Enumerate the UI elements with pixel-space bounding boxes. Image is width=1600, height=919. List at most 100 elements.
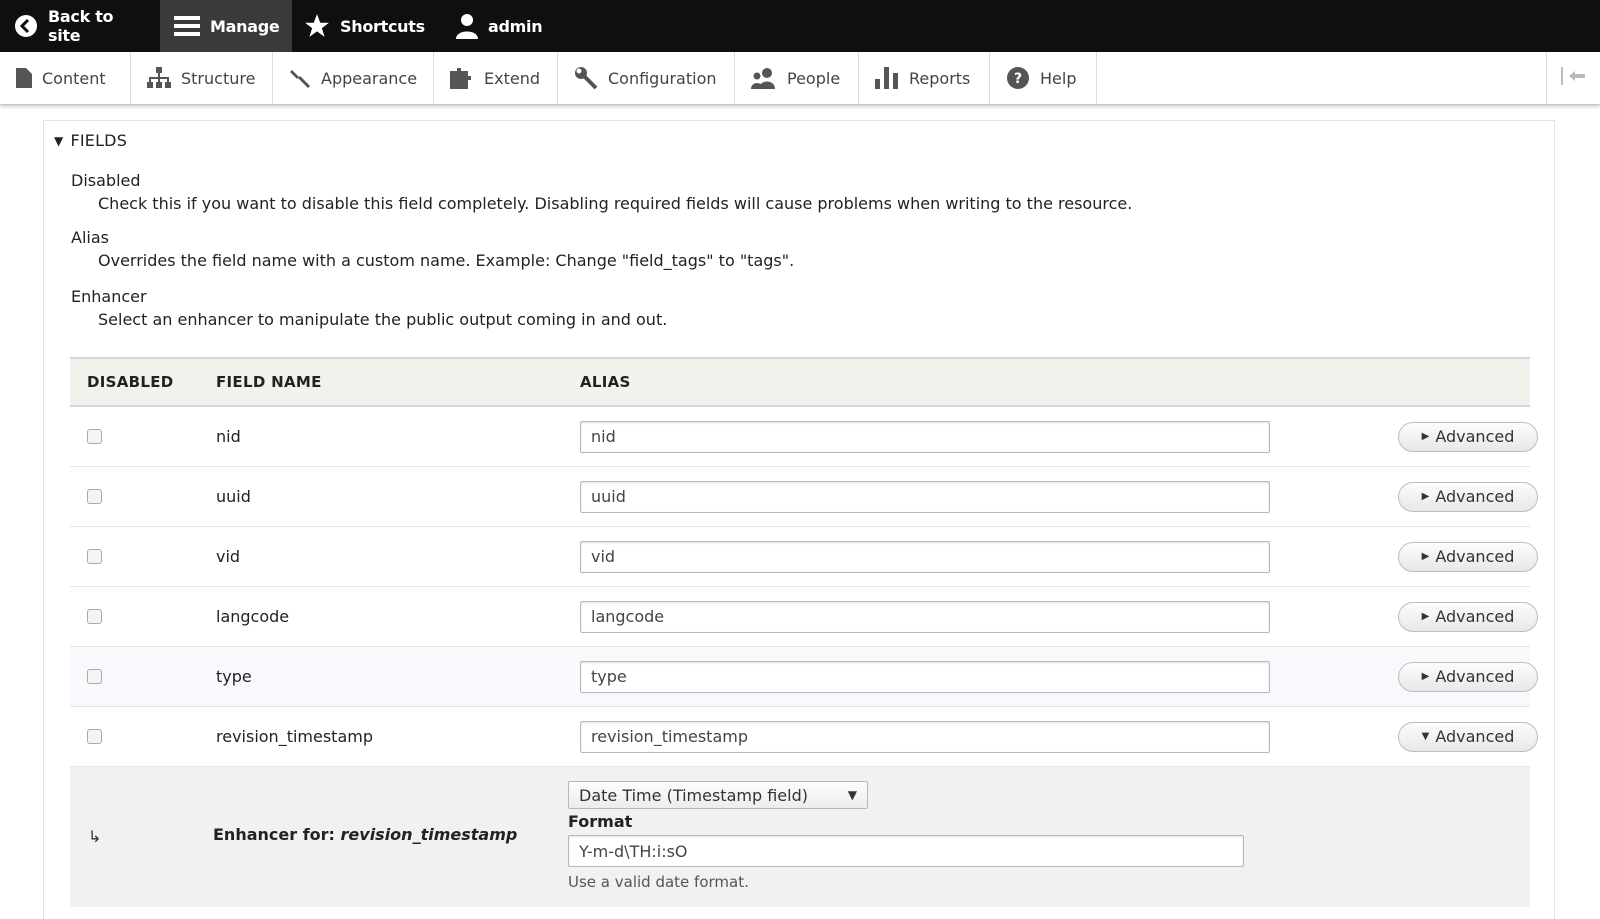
manage-tab[interactable]: Manage	[160, 0, 292, 52]
enhancer-description: Enhancer Select an enhancer to manipulat…	[71, 287, 667, 329]
advanced-label: Advanced	[1435, 667, 1515, 686]
disabled-description: Disabled Check this if you want to disab…	[71, 171, 1132, 213]
tray-label-content: Content	[42, 68, 106, 88]
disabled-checkbox[interactable]	[87, 669, 102, 684]
enhancer-label-prefix: Enhancer for:	[213, 825, 341, 844]
tray-label-help: Help	[1040, 68, 1077, 88]
tray-item-people[interactable]: People	[735, 52, 859, 104]
user-tab[interactable]: admin	[442, 0, 556, 52]
alias-input[interactable]	[580, 420, 1270, 453]
description-term: Disabled	[71, 171, 141, 190]
user-label: admin	[488, 16, 543, 36]
back-to-site-link[interactable]: Back to site	[0, 0, 160, 52]
header-field-name: FIELD NAME	[216, 373, 322, 391]
table-header: DISABLED FIELD NAME ALIAS	[70, 357, 1530, 407]
tray-label-structure: Structure	[181, 68, 256, 88]
tray-item-configuration[interactable]: Configuration	[558, 52, 735, 104]
collapse-tray-button[interactable]	[1546, 52, 1600, 104]
tray-label-appearance: Appearance	[321, 68, 418, 88]
triangle-right-icon: ▶	[1421, 551, 1430, 562]
shortcuts-label: Shortcuts	[340, 16, 425, 36]
description-term: Enhancer	[71, 287, 147, 306]
header-disabled: DISABLED	[87, 373, 174, 391]
table-row: uuid ▶ Advanced	[70, 467, 1538, 527]
table-row: type ▶ Advanced	[70, 647, 1538, 707]
document-icon	[16, 68, 32, 88]
field-name: nid	[216, 427, 241, 446]
advanced-button[interactable]: ▶ Advanced	[1398, 421, 1538, 452]
back-to-site-label: Back to site	[48, 7, 114, 45]
tray-item-structure[interactable]: Structure	[131, 52, 273, 104]
disabled-checkbox[interactable]	[87, 729, 102, 744]
triangle-down-icon: ▼	[1421, 731, 1430, 742]
advanced-button[interactable]: ▶ Advanced	[1398, 541, 1538, 572]
table-row: vid ▶ Advanced	[70, 527, 1538, 587]
admin-tray: Content Structure Appearance Extend Conf…	[0, 52, 1600, 105]
tray-label-people: People	[787, 68, 841, 88]
alias-input[interactable]	[580, 720, 1270, 753]
table-row: langcode ▶ Advanced	[70, 587, 1538, 647]
svg-text:?: ?	[1014, 71, 1022, 87]
table-row: revision_timestamp ▼ Advanced	[70, 707, 1538, 767]
disabled-checkbox[interactable]	[87, 489, 102, 504]
advanced-button-expanded[interactable]: ▼ Advanced	[1398, 721, 1538, 752]
description-definition: Check this if you want to disable this f…	[98, 194, 1133, 213]
field-name: uuid	[216, 487, 251, 506]
sitemap-icon	[147, 67, 171, 89]
alias-input[interactable]	[580, 660, 1270, 693]
fields-legend[interactable]: ▼ FIELDS	[54, 131, 127, 150]
back-arrow-icon	[14, 14, 38, 38]
admin-toolbar: Back to site Manage Shortcuts admin	[0, 0, 1600, 52]
fields-fieldset: ▼ FIELDS Disabled Check this if you want…	[43, 120, 1555, 919]
advanced-label: Advanced	[1435, 547, 1515, 566]
tray-item-help[interactable]: ? Help	[990, 52, 1097, 104]
format-help-text: Use a valid date format.	[568, 873, 749, 891]
fields-table: DISABLED FIELD NAME ALIAS nid ▶Advanced …	[70, 357, 1538, 907]
enhancer-select[interactable]: Date Time (Timestamp field) ▼	[568, 781, 868, 809]
tray-item-appearance[interactable]: Appearance	[273, 52, 434, 104]
enhancer-label-field: revision_timestamp	[340, 825, 518, 844]
format-label: Format	[568, 812, 633, 831]
advanced-button[interactable]: ▶ Advanced	[1398, 481, 1538, 512]
enhancer-label: Enhancer for: revision_timestamp	[213, 825, 517, 844]
user-icon	[456, 13, 478, 39]
description-definition: Overrides the field name with a custom n…	[98, 251, 795, 270]
disabled-checkbox[interactable]	[87, 429, 102, 444]
tray-label-configuration: Configuration	[608, 68, 717, 88]
triangle-right-icon: ▶	[1421, 611, 1430, 622]
menu-icon	[174, 15, 200, 37]
disabled-checkbox[interactable]	[87, 609, 102, 624]
enhancer-row: ↳ Enhancer for: revision_timestamp Date …	[70, 767, 1530, 907]
advanced-button[interactable]: ▶ Advanced	[1398, 661, 1538, 692]
dropdown-arrow-icon: ▼	[847, 788, 857, 802]
alias-input[interactable]	[580, 540, 1270, 573]
advanced-label: Advanced	[1435, 607, 1515, 626]
disabled-checkbox[interactable]	[87, 549, 102, 564]
format-input[interactable]	[568, 835, 1244, 867]
tray-item-reports[interactable]: Reports	[859, 52, 990, 104]
advanced-button[interactable]: ▶ Advanced	[1398, 601, 1538, 632]
alias-input[interactable]	[580, 480, 1270, 513]
advanced-label: Advanced	[1435, 727, 1515, 746]
table-row: nid ▶ Advanced	[70, 407, 1538, 467]
tray-item-extend[interactable]: Extend	[434, 52, 558, 104]
triangle-right-icon: ▶	[1421, 431, 1430, 442]
shortcuts-tab[interactable]: Shortcuts	[292, 0, 442, 52]
triangle-right-icon: ▶	[1421, 671, 1430, 682]
field-name: langcode	[216, 607, 290, 626]
field-name: type	[216, 667, 252, 686]
puzzle-icon	[450, 67, 474, 89]
field-name: revision_timestamp	[216, 727, 373, 746]
triangle-right-icon: ▶	[1421, 491, 1430, 502]
enhancer-select-value: Date Time (Timestamp field)	[579, 785, 808, 805]
fields-legend-label: FIELDS	[70, 131, 128, 150]
header-alias: ALIAS	[580, 373, 631, 391]
help-icon: ?	[1006, 66, 1030, 90]
wrench-icon	[574, 66, 598, 90]
field-name: vid	[216, 547, 241, 566]
tray-item-content[interactable]: Content	[0, 52, 131, 104]
tray-label-extend: Extend	[484, 68, 540, 88]
alias-input[interactable]	[580, 600, 1270, 633]
manage-label: Manage	[210, 16, 280, 36]
child-arrow-icon: ↳	[88, 827, 102, 846]
